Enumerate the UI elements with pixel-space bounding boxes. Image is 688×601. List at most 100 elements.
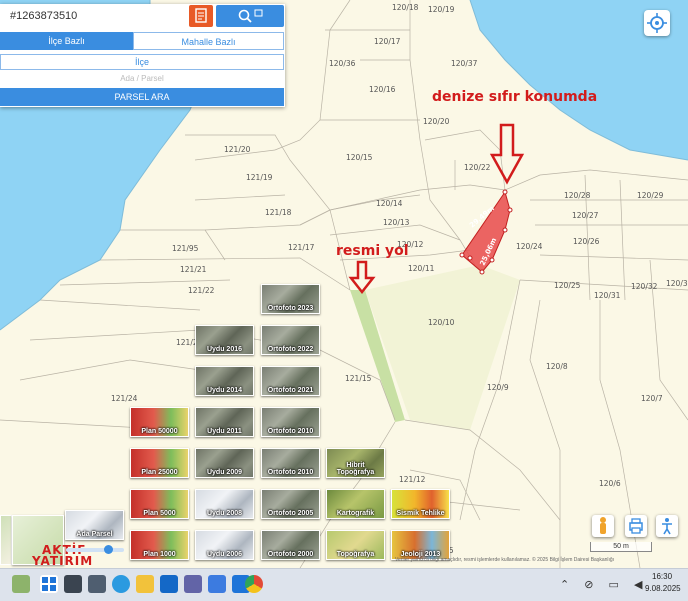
layer-tile[interactable]: Ortofoto 2005 (261, 489, 320, 519)
parcel-label: 120/16 (369, 85, 396, 94)
document-icon (195, 8, 207, 23)
layer-tile-label: Uydu 2006 (206, 551, 243, 558)
outlook-icon[interactable] (160, 575, 178, 593)
weather-icon[interactable] (12, 575, 30, 593)
chrome-icon[interactable] (245, 575, 263, 593)
layer-tile-label: Ortofoto 2021 (267, 387, 314, 394)
layer-tile[interactable]: Uydu 2014 (195, 366, 254, 396)
location-button[interactable] (644, 10, 670, 36)
ada-parsel-input[interactable]: Ada / Parsel (0, 72, 284, 86)
layer-tile[interactable]: Ortofoto 2023 (261, 284, 320, 314)
parcel-label: 120/8 (546, 362, 568, 371)
street-view-button[interactable] (592, 515, 614, 537)
parcel-label: 120/18 (392, 3, 419, 12)
parcel-label: 120/13 (383, 218, 410, 227)
ilce-select[interactable]: İlçe (0, 54, 284, 70)
accessibility-button[interactable] (656, 515, 678, 537)
taskbar: ⌃ ⊘ ▭ ◀ 16:30 9.08.2025 (0, 568, 688, 601)
layer-tile[interactable]: Uydu 2011 (195, 407, 254, 437)
teams-icon[interactable] (184, 575, 202, 593)
layer-tile-label: Plan 5000 (143, 510, 176, 517)
parcel-label: 121/19 (246, 173, 273, 182)
search-button[interactable] (216, 5, 284, 27)
layer-tile[interactable]: Uydu 2016 (195, 325, 254, 355)
layer-tile[interactable]: Plan 5000 (130, 489, 189, 519)
layer-tile-label: Plan 1000 (143, 551, 176, 558)
parcel-label: 120/31 (594, 291, 621, 300)
folder-icon[interactable] (136, 575, 154, 593)
parcel-label: 121/95 (172, 244, 199, 253)
layer-tile[interactable]: Uydu 2006 (195, 530, 254, 560)
layer-tile[interactable]: Ortofoto 2010 (261, 448, 320, 478)
layer-tile[interactable]: Hibrit Topoğrafya (326, 448, 385, 478)
tray-icons[interactable]: ⌃ ⊘ ▭ ◀ (560, 578, 648, 591)
layer-tile[interactable]: Kartografik (326, 489, 385, 519)
tab-ilce-bazli[interactable]: İlçe Bazlı (0, 32, 133, 50)
edge-icon[interactable] (112, 575, 130, 593)
parcel-label: 120/24 (516, 242, 543, 251)
slider-handle[interactable] (104, 545, 113, 554)
tab-mahalle-bazli[interactable]: Mahalle Bazlı (133, 32, 284, 50)
search-icon (238, 9, 263, 23)
parcel-label: 120/15 (346, 153, 373, 162)
parcel-label: 120/10 (428, 318, 455, 327)
printer-icon (629, 518, 643, 534)
layer-tile[interactable]: Topoğrafya (326, 530, 385, 560)
parcel-label: 121/21 (180, 265, 207, 274)
layer-tile[interactable]: Plan 25000 (130, 448, 189, 478)
layer-tile[interactable]: Ada Parsel (65, 510, 124, 540)
document-button[interactable] (189, 5, 213, 27)
logo: AKTİF YATIRIM (32, 543, 93, 568)
parcel-label: 121/20 (224, 145, 251, 154)
start-icon[interactable] (40, 575, 58, 593)
parcel-label: 120/37 (451, 59, 478, 68)
layer-tile-label: Uydu 2014 (206, 387, 243, 394)
annotation-resmi-yol: resmi yol (336, 243, 409, 259)
clock-time[interactable]: 16:30 (652, 572, 672, 581)
layer-tile-label: Ortofoto 2023 (267, 305, 314, 312)
layer-tile-label: Uydu 2008 (206, 510, 243, 517)
layer-tile[interactable]: Uydu 2008 (195, 489, 254, 519)
parcel-label: 121/18 (265, 208, 292, 217)
map-thumbnail[interactable] (0, 515, 12, 565)
layer-tile[interactable]: Ortofoto 2021 (261, 366, 320, 396)
parcel-label: 120/17 (374, 37, 401, 46)
layer-tile-label: Ada Parsel (76, 531, 113, 538)
layer-tile[interactable]: Sismik Tehlike (391, 489, 450, 519)
parcel-label: 121/17 (288, 243, 315, 252)
parcel-label: 120/25 (554, 281, 581, 290)
layer-tile[interactable]: Ortofoto 2000 (261, 530, 320, 560)
parsel-ara-button[interactable]: PARSEL ARA (0, 88, 284, 106)
parcel-label: 120/22 (464, 163, 491, 172)
parcel-label: 120/36 (329, 59, 356, 68)
layer-tile-label: Kartografik (336, 510, 375, 517)
layer-tile[interactable]: Ortofoto 2010 (261, 407, 320, 437)
scale-bar: 50 m (590, 542, 652, 552)
layer-tile[interactable]: Uydu 2009 (195, 448, 254, 478)
parcel-label: 120/9 (487, 383, 509, 392)
clock-date[interactable]: 9.08.2025 (645, 584, 681, 593)
layer-tile[interactable]: Jeoloji 2013 (391, 530, 450, 560)
taskview-icon[interactable] (88, 575, 106, 593)
layer-tile[interactable]: Plan 1000 (130, 530, 189, 560)
layer-tile[interactable]: Ortofoto 2022 (261, 325, 320, 355)
parcel-label: 120/29 (637, 191, 664, 200)
parcel-label: 121/12 (399, 475, 426, 484)
search-taskbar-icon[interactable] (64, 575, 82, 593)
parcel-label: 121/22 (188, 286, 215, 295)
parcel-label: 120/27 (572, 211, 599, 220)
print-button[interactable] (625, 515, 647, 537)
parcel-label: 120/14 (376, 199, 403, 208)
layer-tile[interactable]: Plan 50000 (130, 407, 189, 437)
search-panel: İlçe Bazlı Mahalle Bazlı İlçe Ada / Pars… (0, 4, 285, 107)
annotation-denize: denize sıfır konumda (432, 89, 598, 105)
layer-tile-label: Sismik Tehlike (396, 510, 445, 517)
parcel-label: 120/20 (423, 117, 450, 126)
parcel-label: 120/33 (666, 279, 688, 288)
parcel-label: 120/28 (564, 191, 591, 200)
parcel-label: 120/19 (428, 5, 455, 14)
layer-tile-label: Ortofoto 2022 (267, 346, 314, 353)
store-icon[interactable] (208, 575, 226, 593)
opacity-slider[interactable] (66, 545, 124, 554)
search-input[interactable] (0, 4, 197, 28)
